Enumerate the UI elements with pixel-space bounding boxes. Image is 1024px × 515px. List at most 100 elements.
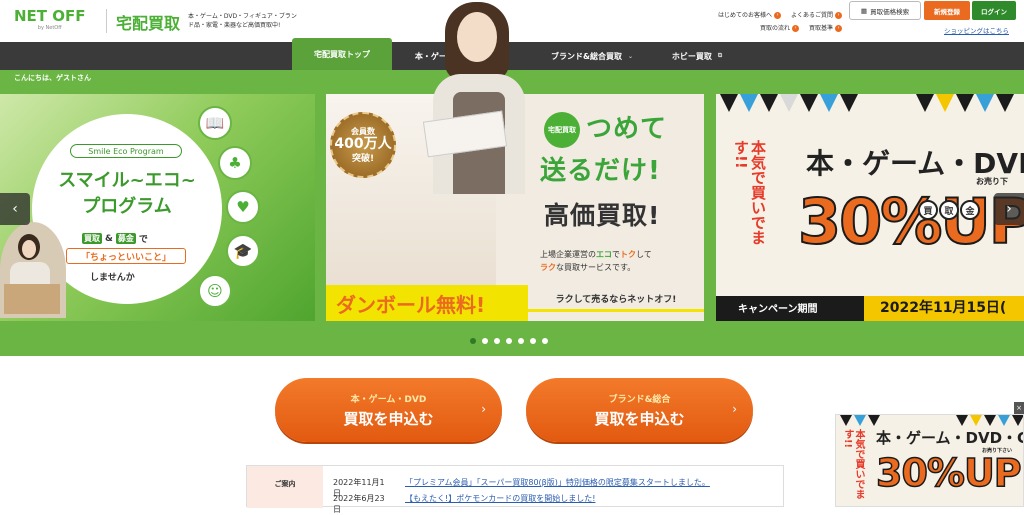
cta-category: ブランド&総合 [608,395,671,405]
nav-item-label: 宅配買取トップ [314,49,370,59]
cta-label: 買取を申込む [594,410,685,428]
arrow-icon: › [791,25,799,32]
flag [998,415,1010,426]
sub-text: 上場企業運営の [540,250,596,259]
kin-char: 金 [960,200,980,220]
floating-ad-banner[interactable]: 本気で買いでます!! 本・ゲーム・DVD・CD お売り下さい 30%UP~ [835,414,1024,507]
member-badge: 会員数 400万人 突破! [330,112,396,178]
external-link-icon: ⧉ [717,52,723,59]
eco-invite: しませんか [90,273,135,283]
campaign-period-label: キャンペーン期間 [738,304,818,315]
eco-quote: 「ちょっといいこと」 [66,248,186,264]
amp-text: & [105,233,113,244]
flag [936,94,954,112]
buyback-tag: 買取 [82,233,102,244]
ad-percent: 30%UP~ [875,450,1023,496]
sub-text: で [612,250,620,259]
cta-label: 買取を申込む [343,410,434,428]
campaign-vertical-label: 本気で買いでます!! [732,140,767,245]
carousel-prev-button[interactable]: ‹ [0,193,30,225]
signup-button[interactable]: 新規登録 [924,1,970,20]
utility-links: はじめてのお客様へ › よくあるご質問 › 買取の流れ › 買取基準 › [700,9,842,35]
carousel-dot[interactable] [482,338,488,344]
shopping-link[interactable]: ショッピングはこちら [944,25,1009,35]
carousel-dot[interactable] [518,338,524,344]
donation-tag: 募金 [115,233,136,244]
people-icon: ☺ [198,274,232,308]
arrow-icon: › [835,12,842,19]
nav-item-top[interactable]: 宅配買取トップ [292,38,392,70]
sub-raku: ラク [540,263,556,272]
news-item: 2022年6月23日 【もえたく!】ポケモンカードの買取を開始しました! [333,493,595,515]
nav-item-hobby[interactable]: ホビー買取 ⧉ [660,42,734,70]
flag [840,415,852,426]
slide-eco-program[interactable]: Smile Eco Program スマイル~エコ~ プログラム 買取 & 募金… [0,94,315,321]
person-with-books [422,0,535,200]
first-time-link[interactable]: はじめてのお客様へ › [718,9,781,22]
woman-photo [0,222,66,318]
close-ad-button[interactable]: × [1014,402,1024,414]
carousel-next-button[interactable]: › [994,193,1024,225]
sub-text: して [636,250,652,259]
box-note: ラクして売るならネットオフ! [528,292,704,312]
flow-link[interactable]: 買取の流れ › [760,22,799,35]
nav-item-brand[interactable]: ブランド&総合買取 ⌄ [530,42,654,70]
person-face [457,12,497,62]
flag [760,94,778,112]
eco-title-line-2: プログラム [82,196,172,217]
cardboard-box [4,284,60,314]
carousel-dot[interactable] [494,338,500,344]
logo-sub: by NetOff [37,25,62,31]
news-link[interactable]: 【もえたく!】ポケモンカードの買取を開始しました! [405,493,595,515]
login-button[interactable]: ログイン [972,1,1016,20]
campaign-percent: 30%UP [797,184,1024,259]
book-icon: 📖 [198,106,232,140]
flag [970,415,982,426]
flag [820,94,838,112]
campaign-date: 2022年11月15日( [880,300,1007,316]
apply-brand-button[interactable]: ブランド&総合 買取を申込む › [526,378,753,442]
apply-books-games-button[interactable]: 本・ゲーム・DVD 買取を申込む › [275,378,502,442]
criteria-link[interactable]: 買取基準 › [809,22,842,35]
flag [956,415,968,426]
faq-label: よくあるご質問 [790,12,833,19]
flow-label: 買取の流れ [759,25,790,32]
nav-item-label: ブランド&総合買取 [550,51,622,61]
chevron-down-icon: ⌄ [627,52,633,60]
flag [868,415,880,426]
faq-link[interactable]: よくあるご質問 › [791,9,842,22]
chevron-left-icon: ‹ [12,201,18,217]
nav-item-label: ホビー買取 [671,51,712,61]
news-heading: ご案内 [247,466,323,508]
flag [916,94,934,112]
flag [720,94,738,112]
box-headline-1: つめて [586,114,668,144]
service-name[interactable]: 宅配買取 [116,10,180,34]
badge-line-2: 400万人 [334,136,392,152]
logo-text: NET OFF [14,7,86,25]
carousel-dot[interactable] [542,338,548,344]
calculator-icon: ▦ [860,6,868,15]
logo-divider [106,9,107,33]
first-time-label: はじめてのお客様へ [717,12,772,19]
price-search-label: 買取価格検索 [870,7,910,16]
logo[interactable]: NET OFF by NetOff [14,8,86,31]
news-box: ご案内 2022年11月1日 「プレミアム会員」「スーパー買取80(β版)」特別… [246,465,784,514]
badge-line-3: 突破! [351,154,375,164]
carousel-dot[interactable] [506,338,512,344]
price-search-button[interactable]: ▦ 買取価格検索 [849,1,921,20]
tree-icon: ♣ [218,146,252,180]
carousel-dot[interactable] [470,338,476,344]
eco-tagline: 買取 & 募金 で [82,232,148,245]
woman-face [22,240,36,258]
bunting-decoration [716,94,1024,116]
box-headline-2: 送るだけ! [540,156,661,186]
flag [1012,415,1023,426]
flag [854,415,866,426]
charity-icon: ♥ [226,190,260,224]
delivery-tag: 宅配買取 [544,112,580,148]
graduation-icon: 🎓 [226,234,260,268]
carousel-dot[interactable] [530,338,536,344]
de-text: で [138,235,148,245]
greeting: こんにちは、ゲストさん [14,74,91,82]
